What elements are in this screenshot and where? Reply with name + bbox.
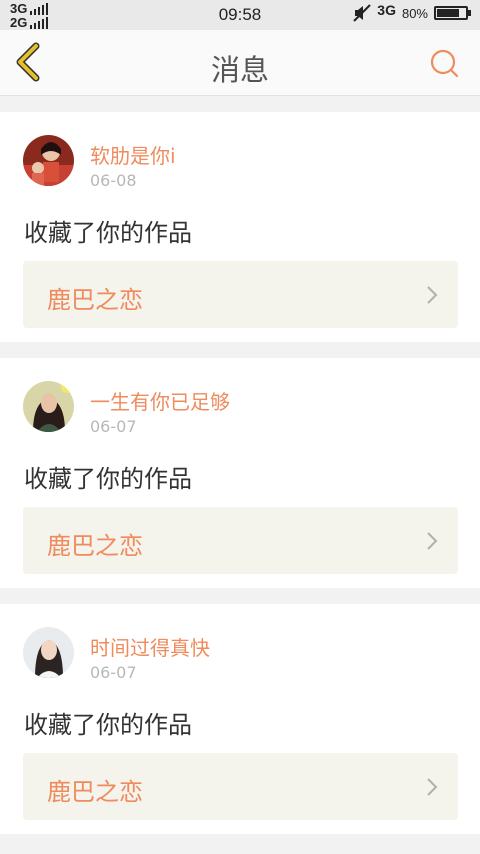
message-list: 软肋是你i 06-08 收藏了你的作品 鹿巴之恋 一生有你已足够 06-07 收… [0,112,480,850]
avatar-image [23,135,74,186]
mute-icon [353,4,371,22]
work-link[interactable]: 鹿巴之恋 [23,507,458,574]
chevron-right-icon [427,286,438,304]
message-date: 06-08 [90,171,137,190]
work-title: 鹿巴之恋 [47,286,143,314]
message-action: 收藏了你的作品 [24,465,192,493]
avatar-image [23,627,74,678]
work-link[interactable]: 鹿巴之恋 [23,261,458,328]
status-bar: 3G 2G 09:58 3G 80% [0,0,480,30]
network-type-right: 3G [377,2,396,18]
username[interactable]: 软肋是你i [90,140,176,169]
message-action: 收藏了你的作品 [24,219,192,247]
username[interactable]: 一生有你已足够 [90,386,230,415]
battery-percent: 80% [401,5,428,21]
message-card: 时间过得真快 06-07 收藏了你的作品 鹿巴之恋 [0,604,480,834]
chevron-right-icon [427,532,438,550]
avatar[interactable] [23,381,74,432]
message-action: 收藏了你的作品 [24,711,192,739]
work-title: 鹿巴之恋 [47,778,143,806]
avatar-image [23,381,74,432]
page-title: 消息 [210,53,269,87]
avatar[interactable] [23,135,74,186]
work-title: 鹿巴之恋 [47,532,143,560]
message-card: 一生有你已足够 06-07 收藏了你的作品 鹿巴之恋 [0,358,480,588]
work-link[interactable]: 鹿巴之恋 [23,753,458,820]
message-date: 06-07 [90,663,137,682]
avatar[interactable] [23,627,74,678]
battery-icon [434,6,471,20]
message-card: 软肋是你i 06-08 收藏了你的作品 鹿巴之恋 [0,112,480,342]
title-bar: 消息 [0,30,480,96]
username[interactable]: 时间过得真快 [90,632,210,661]
message-date: 06-07 [90,417,137,436]
search-icon[interactable] [428,47,460,79]
chevron-right-icon [427,778,438,796]
